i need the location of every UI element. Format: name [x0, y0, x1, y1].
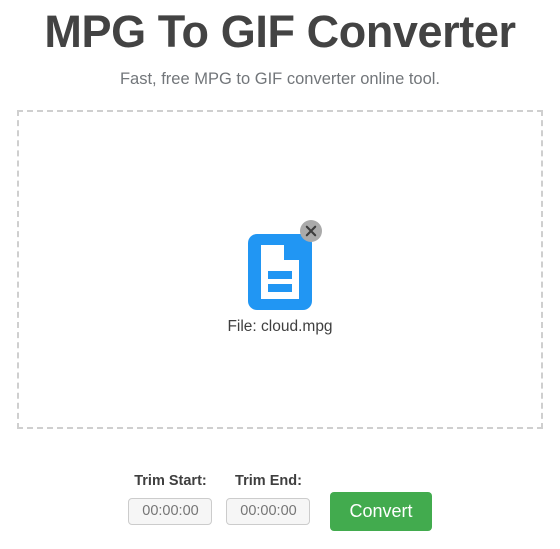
page-subtitle: Fast, free MPG to GIF converter online t…: [119, 69, 441, 88]
controls-bar: Trim Start: Trim End: Convert: [0, 473, 560, 531]
file-preview: File: cloud.mpg: [227, 220, 333, 336]
close-icon: [305, 225, 317, 237]
file-document-icon: [248, 234, 312, 310]
trim-start-input[interactable]: [128, 497, 213, 525]
page-root: MPG To GIF Converter Fast, free MPG to G…: [0, 0, 560, 549]
file-icon-wrap: [240, 220, 322, 310]
trim-end-input[interactable]: [226, 497, 311, 525]
remove-file-button[interactable]: [300, 220, 322, 242]
file-name-label: File: cloud.mpg: [227, 318, 333, 335]
trim-start-label: Trim Start:: [134, 473, 207, 489]
trim-end-group: Trim End:: [226, 473, 311, 525]
header: MPG To GIF Converter Fast, free MPG to G…: [0, 0, 560, 90]
file-dropzone[interactable]: File: cloud.mpg: [17, 110, 543, 429]
dropzone-content: File: cloud.mpg: [19, 220, 541, 336]
trim-end-label: Trim End:: [235, 473, 302, 489]
convert-button[interactable]: Convert: [330, 492, 432, 531]
trim-start-group: Trim Start:: [128, 473, 213, 525]
page-title: MPG To GIF Converter: [44, 6, 516, 57]
